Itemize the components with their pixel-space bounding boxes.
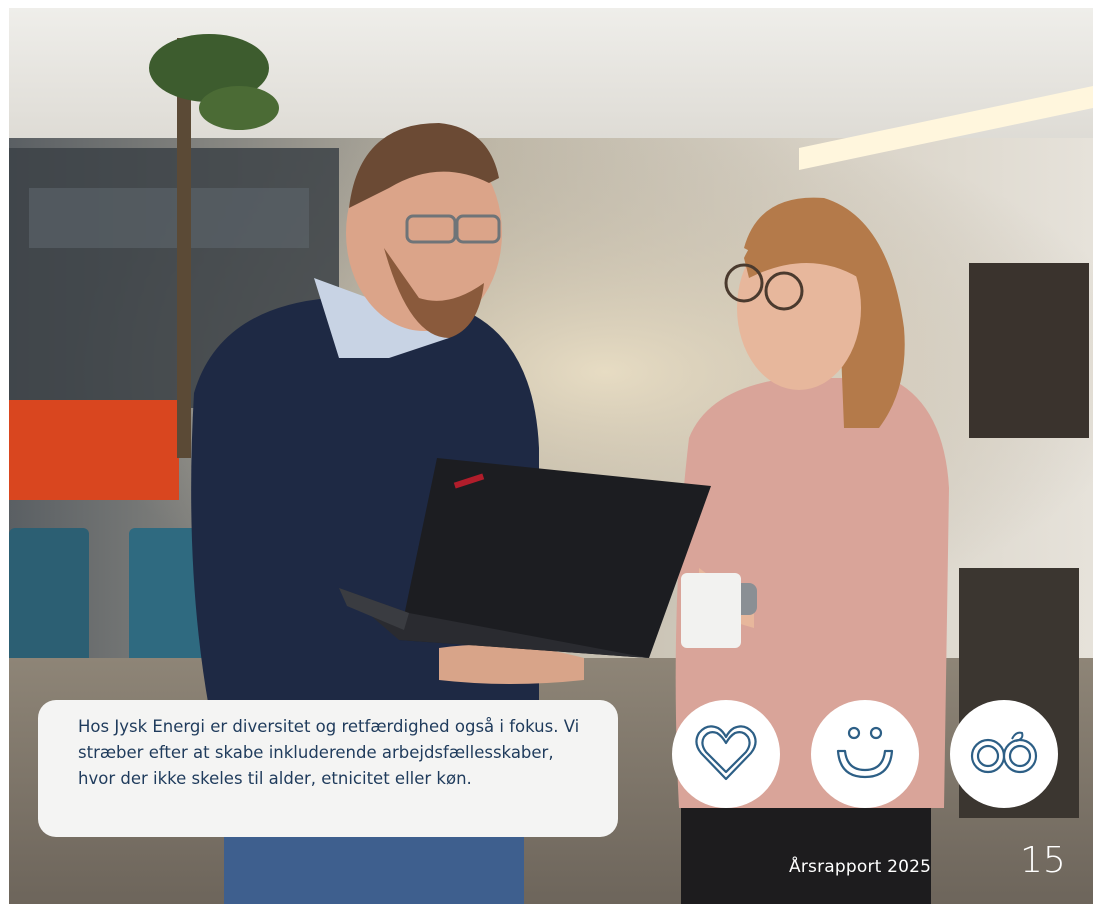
- heart-badge: [672, 700, 780, 808]
- report-title: Årsrapport 2025: [789, 857, 932, 877]
- infinity-icon: [970, 731, 1038, 774]
- smiley-icon: [836, 726, 894, 779]
- smiley-badge: [811, 700, 919, 808]
- infinity-badge: [950, 700, 1058, 808]
- caption-box: Hos Jysk Energi er diversitet og retfærd…: [38, 700, 618, 837]
- caption-text: Hos Jysk Energi er diversitet og retfærd…: [78, 717, 580, 788]
- heart-icon: [695, 725, 757, 781]
- page-number: 15: [1020, 840, 1066, 881]
